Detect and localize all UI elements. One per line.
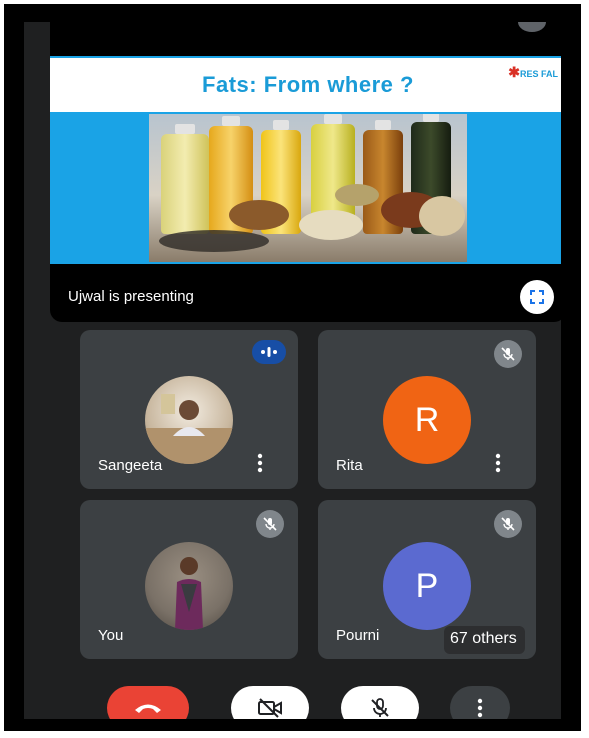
avatar [145,376,233,464]
avatar [145,542,233,630]
camera-off-icon [258,698,282,718]
more-vert-icon [257,453,263,473]
participant-name: Pourni [336,627,380,644]
camera-toggle-button[interactable] [231,686,309,719]
slide: Fats: From where ? ✱RES FAL [50,56,561,264]
presenting-label: Ujwal is presenting [68,288,194,305]
presentation-card[interactable]: Fats: From where ? ✱RES FAL Ujwal is pre… [50,22,561,322]
muted-indicator [256,510,284,538]
mic-toggle-button[interactable] [341,686,419,719]
participant-name: Sangeeta [98,457,163,474]
more-options-button[interactable] [488,453,508,473]
person-photo-icon [145,394,233,464]
slide-logo-text: RES FAL [519,69,558,79]
participant-name: You [98,627,124,644]
fullscreen-icon [530,290,544,304]
meet-screen: Fats: From where ? ✱RES FAL Ujwal is pre… [24,22,561,719]
more-options-button[interactable] [250,453,270,473]
participant-tile-rita[interactable]: R Rita [318,330,536,489]
slide-logo: ✱RES FAL [508,64,558,81]
speaking-indicator [252,340,286,364]
more-vert-icon [495,453,501,473]
more-vert-icon [477,698,483,718]
overlay-button[interactable] [518,22,546,32]
end-call-button[interactable] [107,686,189,719]
slide-header: Fats: From where ? ✱RES FAL [50,58,561,112]
logo-swirl-icon: ✱ [508,64,520,80]
mic-off-icon [501,517,515,531]
more-options-button[interactable] [450,686,510,719]
participant-name: Rita [336,457,363,474]
audio-wave-icon [261,347,277,357]
slide-title: Fats: From where ? [202,72,414,97]
avatar: P [383,542,471,630]
muted-indicator [494,510,522,538]
oil-bottles-photo [149,114,467,262]
mic-off-icon [371,698,389,717]
mic-off-icon [263,517,277,531]
screenshot-frame: Fats: From where ? ✱RES FAL Ujwal is pre… [4,4,581,731]
participant-tile-you[interactable]: You [80,500,298,659]
participant-tile-sangeeta[interactable]: Sangeeta [80,330,298,489]
others-count-chip[interactable]: 67 others [444,626,525,654]
phone-hangup-icon [135,704,161,713]
mic-off-icon [501,347,515,361]
fullscreen-button[interactable] [520,280,554,314]
person-photo-icon [175,557,203,630]
avatar: R [383,376,471,464]
muted-indicator [494,340,522,368]
